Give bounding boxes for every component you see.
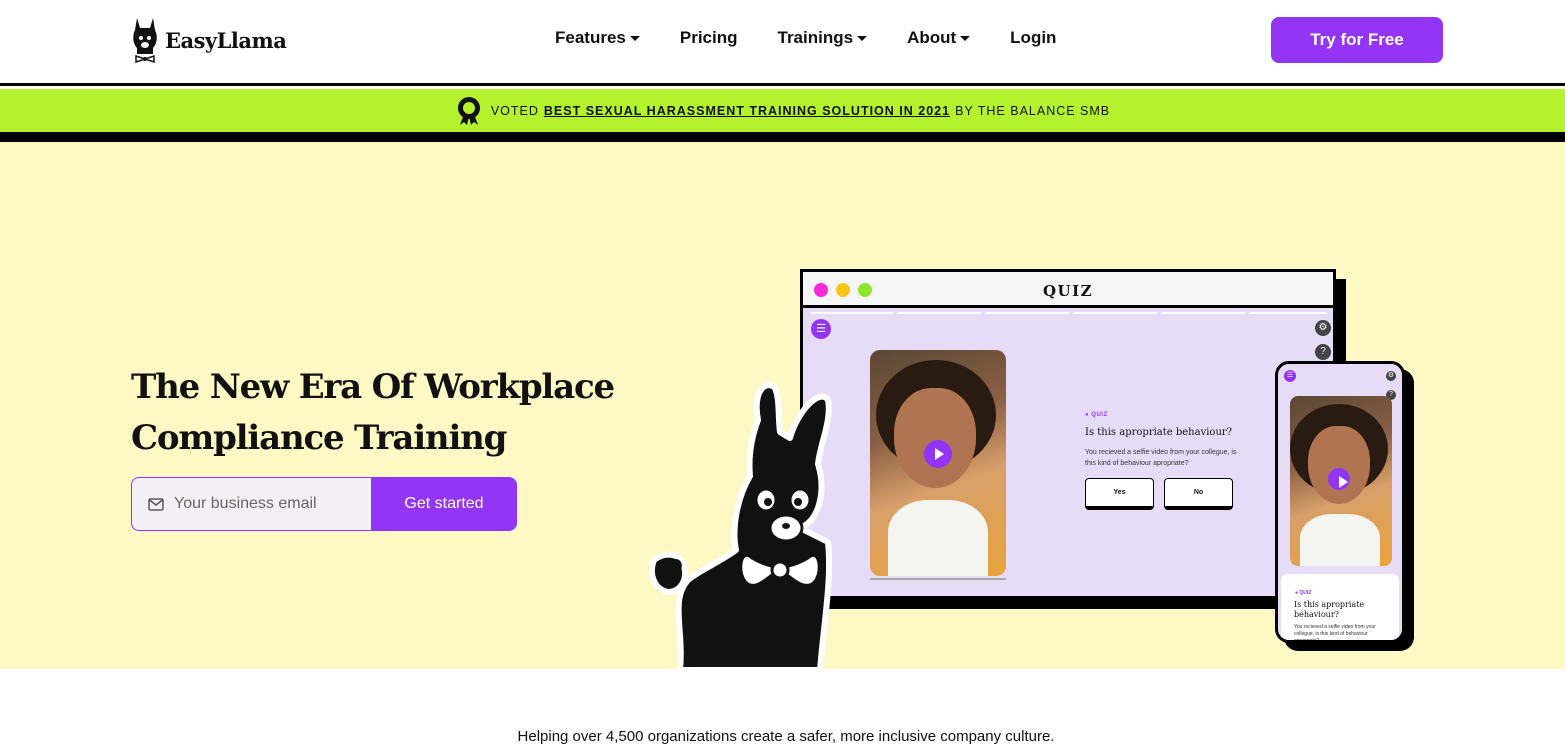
award-banner: VOTED BEST SEXUAL HARASSMENT TRAINING SO… (0, 89, 1565, 132)
phone-menu-icon: ☰ (1284, 370, 1296, 382)
progress-segment (1161, 312, 1245, 314)
video-person-shirt (888, 500, 988, 576)
progress-segment (1249, 312, 1327, 314)
top-navbar: EasyLlama Features Pricing Trainings Abo… (0, 0, 1565, 86)
settings-icon: ⚙ (1315, 320, 1331, 336)
nav-item-trainings[interactable]: Trainings (778, 28, 868, 48)
banner-suffix: BY THE BALANCE SMB (955, 103, 1111, 118)
nav-item-login[interactable]: Login (1010, 28, 1056, 48)
quiz-window-title: QUIZ (1042, 282, 1094, 300)
llama-logo-icon (133, 18, 157, 64)
phone-quiz-question: Is this apropriate behaviour? (1294, 600, 1365, 619)
quiz-description: You recieved a selfie video from your co… (1085, 449, 1237, 467)
video-progress-track (870, 578, 1006, 580)
logo-text: EasyLlama (165, 27, 287, 53)
nav-item-label: Login (1010, 28, 1057, 47)
progress-segment (985, 312, 1069, 314)
quiz-tag: ● QUIZ (1085, 412, 1108, 418)
email-input[interactable] (174, 495, 364, 513)
get-started-button[interactable]: Get started (371, 477, 517, 531)
menu-icon: ☰ (811, 319, 831, 339)
selfie-video-thumbnail (870, 350, 1006, 576)
award-medal-icon (457, 96, 480, 125)
nav-item-about[interactable]: About (907, 28, 971, 48)
caret-down-icon (629, 35, 640, 41)
phone-settings-icon: ⚙ (1386, 371, 1396, 381)
play-icon (924, 440, 952, 468)
social-proof-tagline: Helping over 4,500 organizations create … (517, 728, 1055, 745)
nav-item-label: Pricing (679, 28, 738, 47)
logo[interactable]: EasyLlama (131, 16, 287, 64)
video-person-shirt (1300, 514, 1380, 566)
banner-prefix: VOTED (490, 103, 539, 118)
progress-segment (1073, 312, 1157, 314)
nav-item-features[interactable]: Features (555, 28, 640, 48)
envelope-icon (148, 497, 164, 511)
phone-quiz-card: ● QUIZ Is this apropriate behaviour? You… (1281, 574, 1399, 643)
headline-line-2: Compliance Training (131, 418, 507, 458)
video-person-face (894, 388, 976, 488)
phone-quiz-description: You recieved a selfie video from your co… (1294, 624, 1376, 643)
phone-quiz-tag: ● QUIZ (1295, 590, 1312, 596)
caret-down-icon (857, 35, 868, 41)
banner-divider (0, 132, 1565, 142)
hero-headline: The New Era Of Workplace Compliance Trai… (131, 362, 651, 464)
headline-line-1: The New Era Of Workplace (131, 367, 615, 407)
video-person-face (1308, 426, 1370, 504)
llama-mascot-illustration (648, 382, 833, 670)
nav-item-pricing[interactable]: Pricing (680, 28, 738, 48)
signup-form: Get started (131, 477, 517, 531)
answer-yes-button: Yes (1085, 478, 1154, 510)
help-icon: ? (1315, 344, 1331, 360)
hero-section: The New Era Of Workplace Compliance Trai… (0, 142, 1565, 670)
nav-item-label: Features (555, 28, 626, 47)
quiz-question: Is this apropriate behaviour? (1085, 427, 1233, 438)
play-icon (1328, 468, 1350, 490)
quiz-window-titlebar: QUIZ (803, 272, 1333, 308)
nav-item-label: Trainings (777, 28, 854, 47)
phone-mockup: ☰ ⚙ ? ● QUIZ Is this apropriate behaviou… (1275, 361, 1405, 643)
progress-segment (897, 312, 981, 314)
answer-no-button: No (1164, 478, 1233, 510)
progress-segment (811, 312, 893, 314)
nav-item-label: About (907, 28, 957, 47)
main-nav: Features Pricing Trainings About Login (555, 28, 1096, 48)
banner-award-link[interactable]: BEST SEXUAL HARASSMENT TRAINING SOLUTION… (544, 104, 950, 118)
email-field-wrapper (131, 477, 371, 531)
try-for-free-button[interactable]: Try for Free (1271, 17, 1443, 63)
phone-selfie-video (1290, 396, 1392, 566)
caret-down-icon (960, 35, 971, 41)
quiz-window-mockup: QUIZ ☰ ⚙ ? ● QUIZ Is this apropriate beh… (800, 269, 1336, 599)
